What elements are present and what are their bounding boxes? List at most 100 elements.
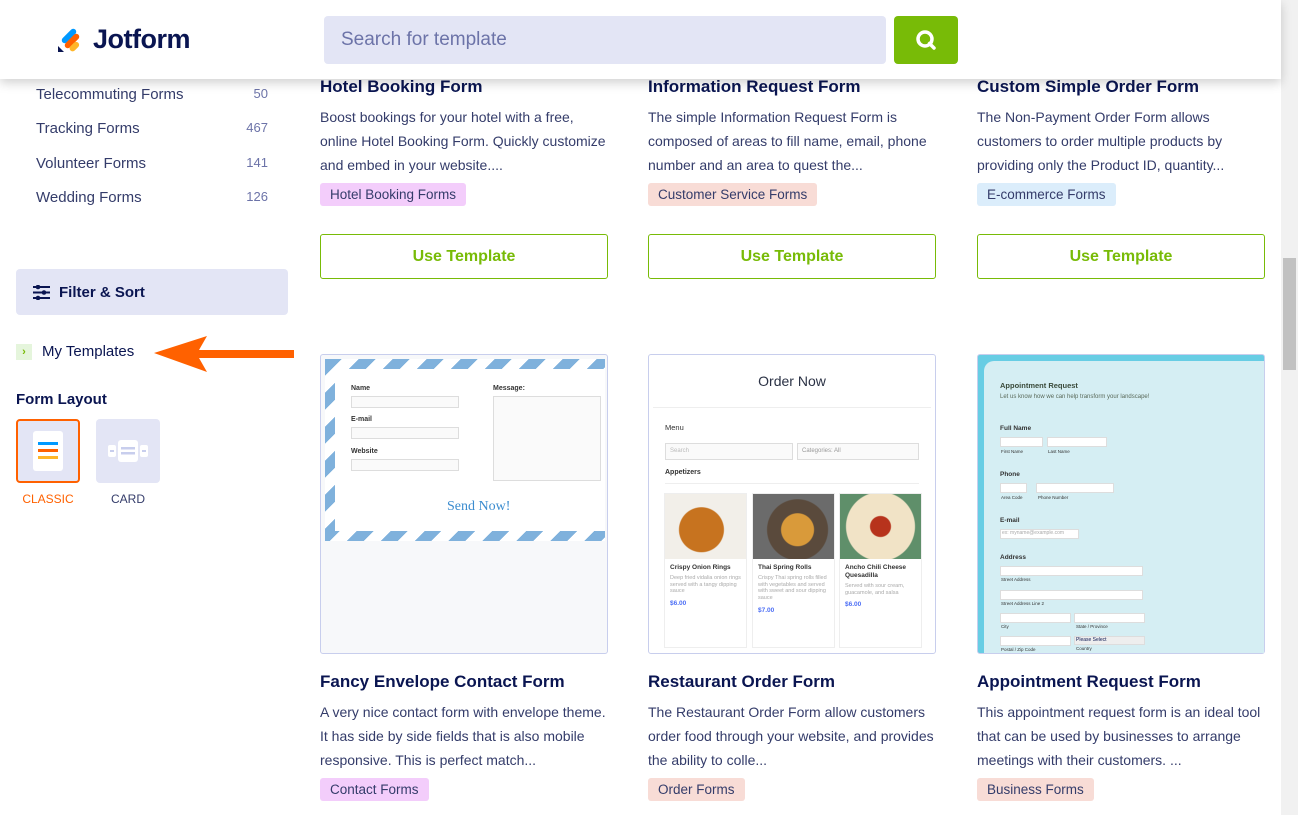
card-description: The simple Information Request Form is c…: [648, 109, 927, 173]
layout-card-option[interactable]: [96, 419, 160, 483]
divider: [665, 483, 919, 484]
use-template-button[interactable]: Use Template: [977, 234, 1265, 279]
preview-sublabel: Area Code: [1001, 495, 1023, 500]
scrollbar[interactable]: [1281, 0, 1298, 815]
preview-select: Categories: All: [797, 443, 919, 460]
item-price: $6.00: [845, 601, 862, 608]
template-preview-appointment[interactable]: Appointment Request Let us know how we c…: [977, 354, 1265, 654]
template-preview-restaurant[interactable]: Order Now Menu Search Categories: All Ap…: [648, 354, 936, 654]
layout-classic-option[interactable]: [16, 419, 80, 483]
layout-card-label: CARD: [110, 492, 145, 506]
divider: [653, 407, 931, 408]
preview-subtitle: Let us know how we can help transform yo…: [1000, 394, 1150, 400]
category-volunteer[interactable]: Volunteer Forms 141: [36, 155, 268, 172]
preview-item: Crispy Onion Rings Deep fried vidalia on…: [664, 493, 747, 648]
preview-input: [351, 459, 459, 471]
category-count: 141: [246, 155, 268, 170]
preview-title: Order Now: [758, 373, 826, 389]
item-desc: Crispy Thai spring rolls filled with veg…: [758, 575, 827, 601]
category-count: 467: [246, 120, 268, 135]
my-templates-toggle[interactable]: › My Templates: [16, 343, 151, 360]
annotation-arrow-icon: [154, 336, 294, 372]
category-label: Tracking Forms: [36, 120, 140, 137]
card-title[interactable]: Custom Simple Order Form: [977, 77, 1265, 97]
template-card: Information Request Form The simple Info…: [648, 77, 936, 206]
jotform-logo[interactable]: Jotform: [57, 24, 207, 55]
preview-title: Appointment Request: [1000, 381, 1078, 390]
card-description: Boost bookings for your hotel with a fre…: [320, 109, 606, 173]
category-tag[interactable]: Contact Forms: [320, 778, 429, 801]
preview-input: [351, 396, 459, 408]
preview-sublabel: Last Name: [1048, 449, 1070, 454]
jotform-logo-icon: [58, 28, 80, 52]
template-search-input[interactable]: Search for template: [324, 16, 886, 64]
use-template-button[interactable]: Use Template: [320, 234, 608, 279]
item-desc: Served with sour cream, guacamole, and s…: [845, 583, 905, 596]
preview-sublabel: City: [1001, 624, 1009, 629]
card-title[interactable]: Information Request Form: [648, 77, 936, 97]
card-description: This appointment request form is an idea…: [977, 704, 1261, 768]
category-label: Telecommuting Forms: [36, 86, 184, 103]
category-label: Wedding Forms: [36, 189, 142, 206]
header: Jotform Search for template: [0, 0, 1281, 79]
card-title[interactable]: Appointment Request Form: [977, 672, 1265, 692]
category-tag[interactable]: Order Forms: [648, 778, 745, 801]
template-preview-envelope[interactable]: Name E-mail Website Message: Send Now!: [320, 354, 608, 654]
classic-layout-icon: [33, 431, 63, 471]
category-telecommuting[interactable]: Telecommuting Forms 50: [36, 86, 268, 103]
layout-classic-label: CLASSIC: [22, 492, 74, 506]
item-name: Ancho Chili Cheese Quesadilla: [845, 564, 907, 579]
preview-input: [1000, 483, 1027, 493]
card-description: The Restaurant Order Form allow customer…: [648, 704, 934, 768]
preview-label: Website: [351, 448, 378, 455]
preview-input: [1000, 437, 1043, 447]
preview-input: [1074, 613, 1145, 623]
category-wedding[interactable]: Wedding Forms 126: [36, 189, 268, 206]
item-name: Thai Spring Rolls: [758, 564, 812, 571]
preview-input: [1000, 590, 1143, 600]
card-description: A very nice contact form with envelope t…: [320, 704, 606, 768]
search-button[interactable]: [894, 16, 958, 64]
template-card: Restaurant Order Form The Restaurant Ord…: [648, 672, 936, 801]
preview-sublabel: Street Address: [1001, 577, 1031, 582]
preview-label: Phone: [1000, 471, 1020, 478]
preview-input: [1036, 483, 1114, 493]
preview-label: Message:: [493, 385, 525, 392]
food-image: [665, 494, 746, 559]
filter-sort-label: Filter & Sort: [59, 283, 145, 301]
chevron-right-icon: ›: [16, 343, 32, 360]
category-tracking[interactable]: Tracking Forms 467: [36, 120, 268, 137]
preview-sublabel: Phone Number: [1038, 495, 1069, 500]
card-title[interactable]: Restaurant Order Form: [648, 672, 936, 692]
category-tag[interactable]: Customer Service Forms: [648, 183, 818, 206]
preview-label: Address: [1000, 554, 1027, 561]
category-tag[interactable]: E-commerce Forms: [977, 183, 1116, 206]
preview-input: [1047, 437, 1107, 447]
item-price: $6.00: [670, 600, 687, 607]
preview-sublabel: First Name: [1001, 449, 1024, 454]
use-template-button[interactable]: Use Template: [648, 234, 936, 279]
logo-text: Jotform: [93, 24, 191, 54]
preview-sublabel: State / Province: [1076, 624, 1108, 629]
category-tag[interactable]: Business Forms: [977, 778, 1094, 801]
preview-label: Full Name: [1000, 425, 1032, 432]
preview-sublabel: Postal / Zip Code: [1001, 647, 1036, 652]
card-title[interactable]: Fancy Envelope Contact Form: [320, 672, 608, 692]
template-card: Hotel Booking Form Boost bookings for yo…: [320, 77, 608, 206]
preview-input: [1000, 566, 1143, 576]
preview-input: [1000, 636, 1071, 646]
appointment-form-body: Appointment Request Let us know how we c…: [984, 361, 1264, 653]
category-count: 50: [253, 86, 268, 101]
sliders-icon: [33, 284, 50, 300]
card-layout-icon: [108, 440, 148, 462]
template-card: Appointment Request Form This appointmen…: [977, 672, 1265, 801]
preview-send-button: Send Now!: [447, 499, 511, 514]
preview-label: E-mail: [351, 416, 373, 423]
card-title[interactable]: Hotel Booking Form: [320, 77, 608, 97]
preview-select: Please Select: [1074, 636, 1145, 645]
search-icon: [916, 30, 936, 50]
category-tag[interactable]: Hotel Booking Forms: [320, 183, 467, 206]
filter-sort-button[interactable]: Filter & Sort: [16, 269, 288, 315]
scrollbar-thumb[interactable]: [1283, 258, 1296, 370]
preview-item: Ancho Chili Cheese Quesadilla Served wit…: [839, 493, 922, 648]
